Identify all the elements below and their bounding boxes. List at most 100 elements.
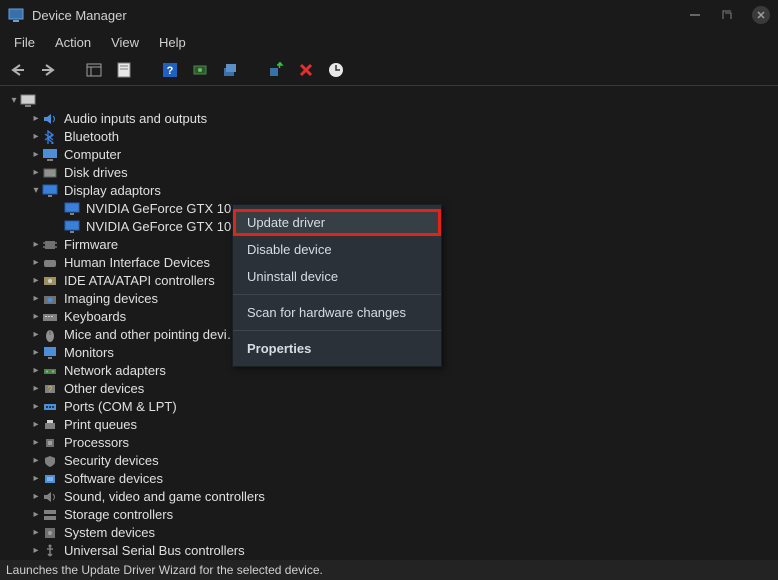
- tree-node-label: Ports (COM & LPT): [64, 398, 177, 416]
- expander-icon[interactable]: ▸: [30, 542, 42, 560]
- expander-icon[interactable]: ▸: [30, 128, 42, 146]
- expander-icon[interactable]: ▸: [30, 398, 42, 416]
- expander-icon[interactable]: ▸: [30, 290, 42, 308]
- expander-icon[interactable]: ▸: [30, 164, 42, 182]
- tree-node-label: Mice and other pointing devi…: [64, 326, 240, 344]
- expander-icon[interactable]: ▸: [30, 488, 42, 506]
- tree-root[interactable]: ▾: [4, 92, 774, 110]
- expander-icon[interactable]: ▸: [30, 362, 42, 380]
- tree-node-label: Other devices: [64, 380, 144, 398]
- expander-icon[interactable]: ▸: [30, 272, 42, 290]
- scan-hardware-button[interactable]: [190, 60, 210, 80]
- tree-node-label: Disk drives: [64, 164, 128, 182]
- menu-file[interactable]: File: [6, 33, 43, 52]
- toolbar: ?: [0, 54, 778, 86]
- context-menu-item[interactable]: Properties: [233, 335, 441, 362]
- tree-node[interactable]: ▸ Sound, video and game controllers: [4, 488, 774, 506]
- disk-icon: [42, 166, 60, 180]
- expander-icon[interactable]: ▸: [30, 308, 42, 326]
- chip-icon: [42, 238, 60, 252]
- device-tree[interactable]: ▾ ▸Audio inputs and outputs▸Bluetooth▸Co…: [0, 86, 778, 560]
- expander-icon[interactable]: ▸: [30, 452, 42, 470]
- keyboard-icon: [42, 310, 60, 324]
- tree-node[interactable]: ▸? Other devices: [4, 380, 774, 398]
- expander-icon[interactable]: ▸: [30, 344, 42, 362]
- tree-node[interactable]: ▸ Processors: [4, 434, 774, 452]
- properties-button[interactable]: [114, 60, 134, 80]
- tree-node[interactable]: ▸System devices: [4, 524, 774, 542]
- menu-view[interactable]: View: [103, 33, 147, 52]
- tree-node-label: NVIDIA GeForce GTX 1070: [86, 218, 246, 236]
- tree-node[interactable]: ▸ Software devices: [4, 470, 774, 488]
- minimize-button[interactable]: [688, 8, 702, 22]
- menu-action[interactable]: Action: [47, 33, 99, 52]
- svg-text:?: ?: [48, 385, 53, 394]
- expander-icon[interactable]: ▸: [30, 110, 42, 128]
- back-button[interactable]: [8, 60, 28, 80]
- tree-node[interactable]: ▾Display adaptors: [4, 182, 774, 200]
- tree-node[interactable]: ▸ Ports (COM & LPT): [4, 398, 774, 416]
- tree-node-label: Print queues: [64, 416, 137, 434]
- enable-device-button[interactable]: [266, 60, 286, 80]
- show-hide-tree-button[interactable]: [84, 60, 104, 80]
- tree-node-label: Imaging devices: [64, 290, 158, 308]
- tree-node[interactable]: ▸Storage controllers: [4, 506, 774, 524]
- expander-icon[interactable]: ▾: [30, 182, 42, 200]
- context-menu-separator: [233, 294, 441, 295]
- context-menu-item[interactable]: Disable device: [233, 236, 441, 263]
- context-menu: Update driverDisable deviceUninstall dev…: [232, 204, 442, 367]
- port-icon: [42, 400, 60, 414]
- tree-node-label: Sound, video and game controllers: [64, 488, 265, 506]
- expander-icon[interactable]: ▸: [30, 434, 42, 452]
- storage-icon: [42, 508, 60, 522]
- tree-node-label: Software devices: [64, 470, 163, 488]
- expander-icon[interactable]: ▸: [30, 524, 42, 542]
- security-icon: [42, 454, 60, 468]
- help-button[interactable]: ?: [160, 60, 180, 80]
- expander-icon[interactable]: ▸: [30, 416, 42, 434]
- camera-icon: [42, 292, 60, 306]
- tree-node[interactable]: ▸ Universal Serial Bus controllers: [4, 542, 774, 560]
- tree-node[interactable]: ▸ Print queues: [4, 416, 774, 434]
- expander-icon[interactable]: ▸: [30, 470, 42, 488]
- update-driver-button[interactable]: [220, 60, 240, 80]
- tree-node[interactable]: ▸Bluetooth: [4, 128, 774, 146]
- device-manager-window: Device Manager File Action View Help ? ▾: [0, 0, 778, 580]
- tree-node[interactable]: ▸ Security devices: [4, 452, 774, 470]
- status-text: Launches the Update Driver Wizard for th…: [6, 563, 323, 577]
- display-icon: [64, 220, 82, 234]
- expander-icon[interactable]: ▸: [30, 236, 42, 254]
- expander-icon[interactable]: ▸: [30, 146, 42, 164]
- tree-node[interactable]: ▸ Disk drives: [4, 164, 774, 182]
- tree-node-label: Firmware: [64, 236, 118, 254]
- tree-node-label: Processors: [64, 434, 129, 452]
- tree-node[interactable]: ▸Audio inputs and outputs: [4, 110, 774, 128]
- tree-node-label: Keyboards: [64, 308, 126, 326]
- context-menu-item[interactable]: Uninstall device: [233, 263, 441, 290]
- tree-node[interactable]: ▸Computer: [4, 146, 774, 164]
- titlebar: Device Manager: [0, 0, 778, 30]
- context-menu-item[interactable]: Update driver: [233, 209, 441, 236]
- context-menu-item[interactable]: Scan for hardware changes: [233, 299, 441, 326]
- expander-icon[interactable]: ▸: [30, 380, 42, 398]
- uninstall-device-button[interactable]: [296, 60, 316, 80]
- forward-button[interactable]: [38, 60, 58, 80]
- menu-help[interactable]: Help: [151, 33, 194, 52]
- disable-device-button[interactable]: [326, 60, 346, 80]
- cpu-icon: [42, 436, 60, 450]
- statusbar: Launches the Update Driver Wizard for th…: [0, 560, 778, 580]
- software-icon: [42, 472, 60, 486]
- expander-icon[interactable]: ▸: [30, 326, 42, 344]
- expander-icon[interactable]: ▸: [30, 254, 42, 272]
- network-icon: [42, 364, 60, 378]
- close-button[interactable]: [752, 6, 770, 24]
- other-icon: ?: [42, 382, 60, 396]
- svg-text:?: ?: [167, 65, 174, 77]
- expander-icon[interactable]: ▾: [8, 92, 20, 110]
- expander-icon[interactable]: ▸: [30, 506, 42, 524]
- usb-icon: [42, 544, 60, 558]
- maximize-button[interactable]: [720, 8, 734, 22]
- tree-node-label: Security devices: [64, 452, 159, 470]
- tree-node-label: Universal Serial Bus controllers: [64, 542, 245, 560]
- sound-icon: [42, 490, 60, 504]
